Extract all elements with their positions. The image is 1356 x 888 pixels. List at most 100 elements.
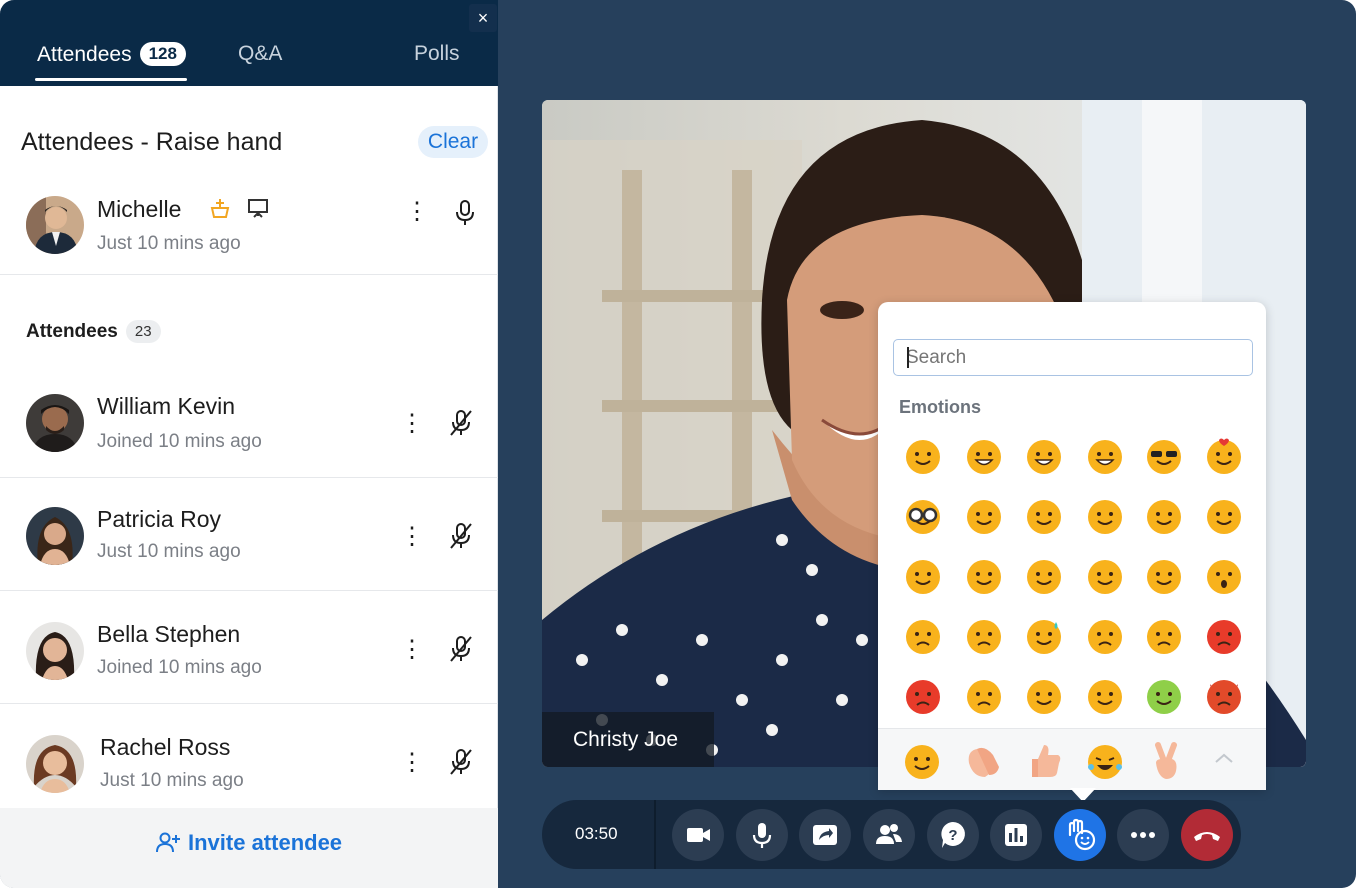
person-name: William Kevin — [97, 393, 236, 419]
kiss-emoji-icon[interactable] — [1144, 556, 1184, 596]
avatar — [26, 735, 84, 793]
mic-muted-icon[interactable] — [449, 409, 473, 437]
end-call-button[interactable] — [1181, 809, 1233, 861]
laugh-emoji-icon[interactable] — [1085, 741, 1125, 781]
smile-emoji-icon[interactable] — [964, 496, 1004, 536]
blush-emoji-icon[interactable] — [1085, 556, 1125, 596]
tab-qa[interactable]: Q&A — [238, 42, 282, 66]
sweat-emoji-icon[interactable] — [1024, 616, 1064, 656]
qa-button[interactable]: ? — [927, 809, 979, 861]
avatar — [26, 196, 84, 254]
more-button[interactable] — [1117, 809, 1169, 861]
love-emoji-icon[interactable] — [1204, 436, 1244, 476]
raised-hand-icon — [208, 196, 232, 225]
thumbs-up-emoji-icon[interactable] — [1024, 741, 1064, 781]
sad-emoji-icon[interactable] — [964, 616, 1004, 656]
more-options-icon[interactable]: ⋮ — [400, 638, 424, 662]
presenter-icon — [246, 196, 270, 225]
sad-emoji-icon[interactable] — [903, 616, 943, 656]
question-icon: ? — [941, 822, 965, 848]
avatar — [26, 507, 84, 565]
sad-emoji-icon[interactable] — [1144, 616, 1184, 656]
peace-emoji-icon[interactable] — [1146, 741, 1186, 781]
devil-emoji-icon[interactable] — [1204, 676, 1244, 716]
speaker-name: Christy Joe — [573, 728, 679, 751]
reactions-icon — [1068, 818, 1096, 851]
hug-emoji-icon[interactable] — [1024, 556, 1064, 596]
share-screen-button[interactable] — [799, 809, 851, 861]
emoji-search-input[interactable] — [893, 339, 1253, 376]
invite-attendee-button[interactable]: Invite attendee — [156, 830, 342, 856]
attendees-sidebar: Attendees 128 Q&A Polls × Attendees - Rai… — [0, 0, 498, 888]
person-name: Bella Stephen — [97, 621, 241, 647]
avatar — [26, 622, 84, 680]
polls-button[interactable] — [990, 809, 1042, 861]
more-options-icon[interactable]: ⋮ — [405, 200, 429, 224]
cool-emoji-icon[interactable] — [1144, 436, 1184, 476]
divider — [0, 274, 498, 275]
angry-emoji-icon[interactable] — [903, 676, 943, 716]
participants-button[interactable] — [863, 809, 915, 861]
grin-emoji-icon[interactable] — [964, 436, 1004, 476]
smile-emoji-icon[interactable] — [964, 556, 1004, 596]
smile-emoji-icon[interactable] — [1024, 676, 1064, 716]
end-call-icon — [1194, 832, 1220, 841]
sad-emoji-icon[interactable] — [1085, 616, 1125, 656]
share-screen-icon — [813, 825, 837, 845]
microphone-button[interactable] — [736, 809, 788, 861]
worried-emoji-icon[interactable] — [964, 676, 1004, 716]
grin-emoji-icon[interactable] — [1085, 436, 1125, 476]
mic-muted-icon[interactable] — [449, 522, 473, 550]
think-emoji-icon[interactable] — [1024, 496, 1064, 536]
more-options-icon[interactable]: ⋮ — [400, 412, 424, 436]
tab-attendees-label: Attendees — [37, 43, 132, 66]
clear-button[interactable]: Clear — [418, 126, 488, 158]
angry-emoji-icon[interactable] — [1204, 616, 1244, 656]
attendees-section-header: Attendees 23 — [26, 320, 161, 343]
emotions-section-label: Emotions — [899, 397, 982, 417]
smile-emoji-icon[interactable] — [902, 741, 942, 781]
camera-icon — [687, 828, 710, 842]
person-time: Just 10 mins ago — [100, 770, 244, 791]
participants-icon — [876, 824, 902, 844]
more-options-icon[interactable]: ⋮ — [400, 751, 424, 775]
chevron-up-icon[interactable] — [1213, 750, 1235, 766]
raise-hand-item: Michelle Just 10 mins ago ⋮ — [0, 180, 498, 293]
wink-emoji-icon[interactable] — [1144, 496, 1184, 536]
tab-attendees[interactable]: Attendees 128 — [37, 42, 186, 67]
nerd-emoji-icon[interactable] — [903, 496, 943, 536]
mic-icon — [752, 823, 772, 848]
camera-button[interactable] — [672, 809, 724, 861]
attendees-count-badge: 128 — [139, 42, 186, 66]
raise-hand-title: Attendees - Raise hand — [21, 128, 283, 156]
more-options-icon[interactable]: ⋮ — [400, 525, 424, 549]
laugh-emoji-icon[interactable] — [1024, 436, 1064, 476]
look-emoji-icon[interactable] — [1085, 496, 1125, 536]
close-sidebar-button[interactable]: × — [469, 4, 497, 32]
person-time: Just 10 mins ago — [97, 233, 241, 254]
tongue-emoji-icon[interactable] — [1204, 496, 1244, 536]
list-item: Bella Stephen Joined 10 mins ago ⋮ — [0, 591, 498, 704]
list-item: Patricia Roy Just 10 mins ago ⋮ — [0, 478, 498, 591]
app-window: Attendees 128 Q&A Polls × Attendees - Rai… — [0, 0, 1356, 888]
person-time: Joined 10 mins ago — [97, 657, 262, 678]
tab-bar: Attendees 128 Q&A Polls × — [0, 0, 498, 86]
add-user-icon — [156, 832, 180, 853]
mic-icon[interactable] — [453, 199, 477, 227]
invite-attendee-label: Invite attendee — [188, 830, 343, 855]
list-item: William Kevin Joined 10 mins ago ⋮ — [0, 365, 498, 478]
mic-muted-icon[interactable] — [449, 635, 473, 663]
kiss-emoji-icon[interactable] — [903, 556, 943, 596]
svg-text:?: ? — [948, 827, 957, 844]
person-name: Michelle — [97, 196, 182, 222]
polls-icon — [1005, 824, 1027, 846]
smile-emoji-icon[interactable] — [903, 436, 943, 476]
sick-emoji-icon[interactable] — [1144, 676, 1184, 716]
mic-muted-icon[interactable] — [449, 748, 473, 776]
party-emoji-icon[interactable] — [1085, 676, 1125, 716]
reactions-button[interactable] — [1054, 809, 1106, 861]
surprise-emoji-icon[interactable] — [1204, 556, 1244, 596]
tab-polls[interactable]: Polls — [414, 42, 460, 66]
person-name: Rachel Ross — [100, 734, 231, 760]
clap-emoji-icon[interactable] — [963, 741, 1003, 781]
